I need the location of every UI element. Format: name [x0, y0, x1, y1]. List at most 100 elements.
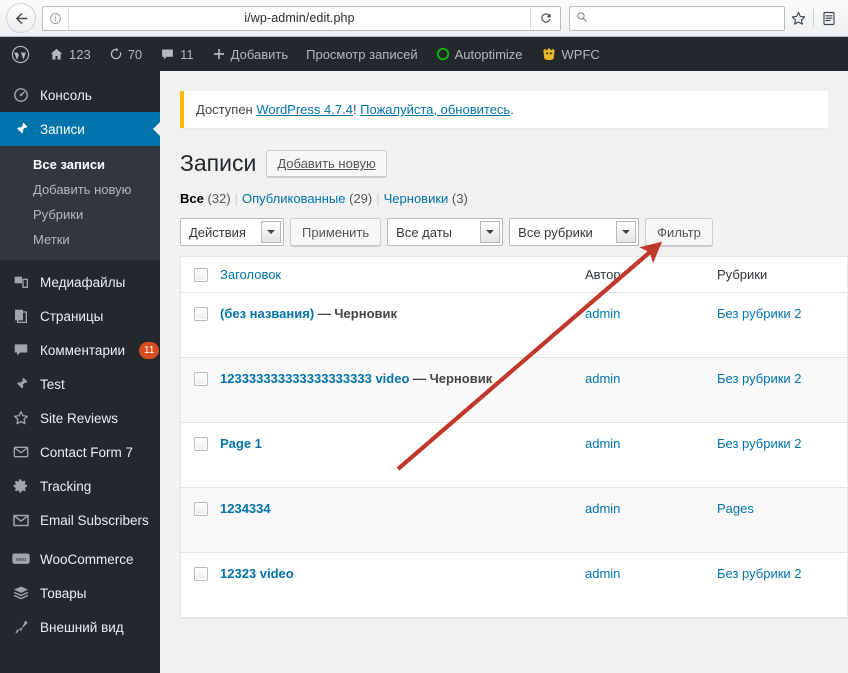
- please-update-link[interactable]: Пожалуйста, обновитесь: [360, 102, 510, 117]
- adminbar-item-wpfc[interactable]: WPFC: [532, 37, 609, 71]
- chevron-down-icon[interactable]: [616, 221, 637, 243]
- dashboard-icon: [11, 87, 31, 103]
- post-title-link[interactable]: 12323 video: [220, 566, 294, 581]
- sidebar-item-media[interactable]: Медиафайлы: [0, 265, 160, 299]
- comments-icon: [11, 342, 31, 358]
- row-checkbox[interactable]: [193, 437, 208, 451]
- url-bar[interactable]: i i/wp-admin/edit.php: [42, 5, 561, 31]
- status-link-published[interactable]: Опубликованные: [242, 191, 346, 206]
- adminbar-view-posts-label: Просмотр записей: [306, 46, 418, 62]
- adminbar-item-wordpress[interactable]: [0, 37, 40, 71]
- post-title-link[interactable]: Page 1: [220, 436, 262, 451]
- date-filter-select[interactable]: Все даты: [387, 218, 504, 246]
- row-checkbox-cell[interactable]: [181, 306, 220, 321]
- category-link[interactable]: Без рубрики 2: [717, 436, 802, 451]
- adminbar-comment-count: 11: [180, 46, 194, 62]
- adminbar-item-comments[interactable]: 11: [151, 37, 203, 71]
- select-all-checkbox-cell[interactable]: [181, 267, 220, 282]
- row-checkbox-cell[interactable]: [181, 371, 220, 386]
- gear-icon: [11, 478, 31, 494]
- status-count-published: (29): [349, 191, 373, 206]
- search-input[interactable]: [592, 11, 778, 25]
- sidebar-item-label: Медиафайлы: [40, 274, 126, 290]
- sidebar-subitem-add-new[interactable]: Добавить новую: [0, 177, 160, 202]
- sidebar-item-products[interactable]: Товары: [0, 576, 160, 610]
- sidebar-item-appearance[interactable]: Внешний вид: [0, 610, 160, 644]
- category-link[interactable]: Без рубрики 2: [717, 371, 802, 386]
- table-row: Page 1 admin Без рубрики 2: [181, 423, 847, 488]
- category-filter-select[interactable]: Все рубрики: [509, 218, 640, 246]
- sidebar-item-contact-form-7[interactable]: Contact Form 7: [0, 435, 160, 469]
- posts-submenu: Все записи Добавить новую Рубрики Метки: [0, 146, 160, 260]
- author-link[interactable]: admin: [585, 371, 620, 386]
- adminbar-wpfc-label: WPFC: [561, 46, 600, 62]
- reload-icon[interactable]: [530, 6, 560, 30]
- category-link[interactable]: Pages: [717, 501, 754, 516]
- menu-top-spacer: [0, 71, 160, 78]
- row-checkbox-cell[interactable]: [181, 566, 220, 581]
- table-row: 123333333333333333333 video — Черновик a…: [181, 358, 847, 423]
- browser-search-box[interactable]: [569, 5, 785, 31]
- sidebar-item-test[interactable]: Test: [0, 367, 160, 401]
- row-checkbox[interactable]: [193, 502, 208, 516]
- status-link-all[interactable]: Все: [180, 191, 204, 206]
- table-navigation-toolbar: Действия Применить Все даты Все рубрики …: [180, 218, 848, 246]
- status-link-drafts[interactable]: Черновики: [384, 191, 449, 206]
- wordpress-version-link[interactable]: WordPress 4.7.4: [256, 102, 353, 117]
- post-title-link[interactable]: 123333333333333333333 video: [220, 371, 409, 386]
- post-title-link[interactable]: 1234334: [220, 501, 271, 516]
- row-title-cell: Page 1: [220, 436, 585, 451]
- sidebar-item-tracking[interactable]: Tracking: [0, 469, 160, 503]
- sidebar-item-label: Комментарии: [40, 342, 126, 358]
- sidebar-item-posts[interactable]: Записи: [0, 112, 160, 146]
- chevron-down-icon[interactable]: [480, 221, 501, 243]
- filter-button[interactable]: Фильтр: [645, 218, 713, 246]
- sidebar-item-site-reviews[interactable]: Site Reviews: [0, 401, 160, 435]
- select-all-checkbox[interactable]: [193, 268, 208, 282]
- sidebar-item-pages[interactable]: Страницы: [0, 299, 160, 333]
- author-link[interactable]: admin: [585, 501, 620, 516]
- sidebar-subitem-all-posts[interactable]: Все записи: [0, 152, 160, 177]
- bulk-actions-select[interactable]: Действия: [180, 218, 284, 246]
- author-link[interactable]: admin: [585, 566, 620, 581]
- back-arrow-icon[interactable]: [6, 3, 36, 33]
- pin-icon: [11, 376, 31, 392]
- adminbar-item-autoptimize[interactable]: Autoptimize: [427, 37, 532, 71]
- wordpress-logo-icon: [11, 45, 30, 64]
- adminbar-item-view-posts[interactable]: Просмотр записей: [297, 37, 426, 71]
- row-checkbox-cell[interactable]: [181, 501, 220, 516]
- author-link[interactable]: admin: [585, 306, 620, 321]
- reader-list-icon[interactable]: [816, 5, 842, 31]
- sidebar-item-woocommerce[interactable]: woo WooCommerce: [0, 542, 160, 576]
- status-separator: |: [376, 191, 380, 206]
- adminbar-item-new[interactable]: Добавить: [203, 37, 297, 71]
- info-icon[interactable]: i: [43, 6, 69, 30]
- star-icon[interactable]: [785, 5, 811, 31]
- wp-admin-bar: 123 70 11 Добавить Просмотр записей Auto…: [0, 37, 848, 71]
- column-header-title-label: Заголовок: [220, 267, 282, 282]
- row-checkbox[interactable]: [193, 372, 208, 386]
- sidebar-item-comments[interactable]: Комментарии 11: [0, 333, 160, 367]
- sidebar-item-label: WooCommerce: [40, 551, 134, 567]
- adminbar-item-site[interactable]: 123: [40, 37, 100, 71]
- row-checkbox[interactable]: [193, 307, 208, 321]
- row-checkbox-cell[interactable]: [181, 436, 220, 451]
- post-title-link[interactable]: (без названия): [220, 306, 314, 321]
- sidebar-item-email-subscribers[interactable]: Email Subscribers: [0, 503, 160, 537]
- pages-icon: [11, 308, 31, 324]
- author-link[interactable]: admin: [585, 436, 620, 451]
- sidebar-item-dashboard[interactable]: Консоль: [0, 78, 160, 112]
- apply-button[interactable]: Применить: [290, 218, 382, 246]
- sidebar-item-label: Страницы: [40, 308, 104, 324]
- status-separator: |: [234, 191, 238, 206]
- column-header-title[interactable]: Заголовок: [220, 267, 585, 282]
- sidebar-subitem-tags[interactable]: Метки: [0, 227, 160, 252]
- sidebar-item-label: Консоль: [40, 87, 92, 103]
- chevron-down-icon[interactable]: [261, 221, 281, 243]
- add-new-post-button[interactable]: Добавить новую: [266, 150, 387, 177]
- sidebar-subitem-categories[interactable]: Рубрики: [0, 202, 160, 227]
- category-link[interactable]: Без рубрики 2: [717, 566, 802, 581]
- adminbar-item-updates[interactable]: 70: [100, 37, 151, 71]
- row-checkbox[interactable]: [193, 567, 208, 581]
- category-link[interactable]: Без рубрики 2: [717, 306, 802, 321]
